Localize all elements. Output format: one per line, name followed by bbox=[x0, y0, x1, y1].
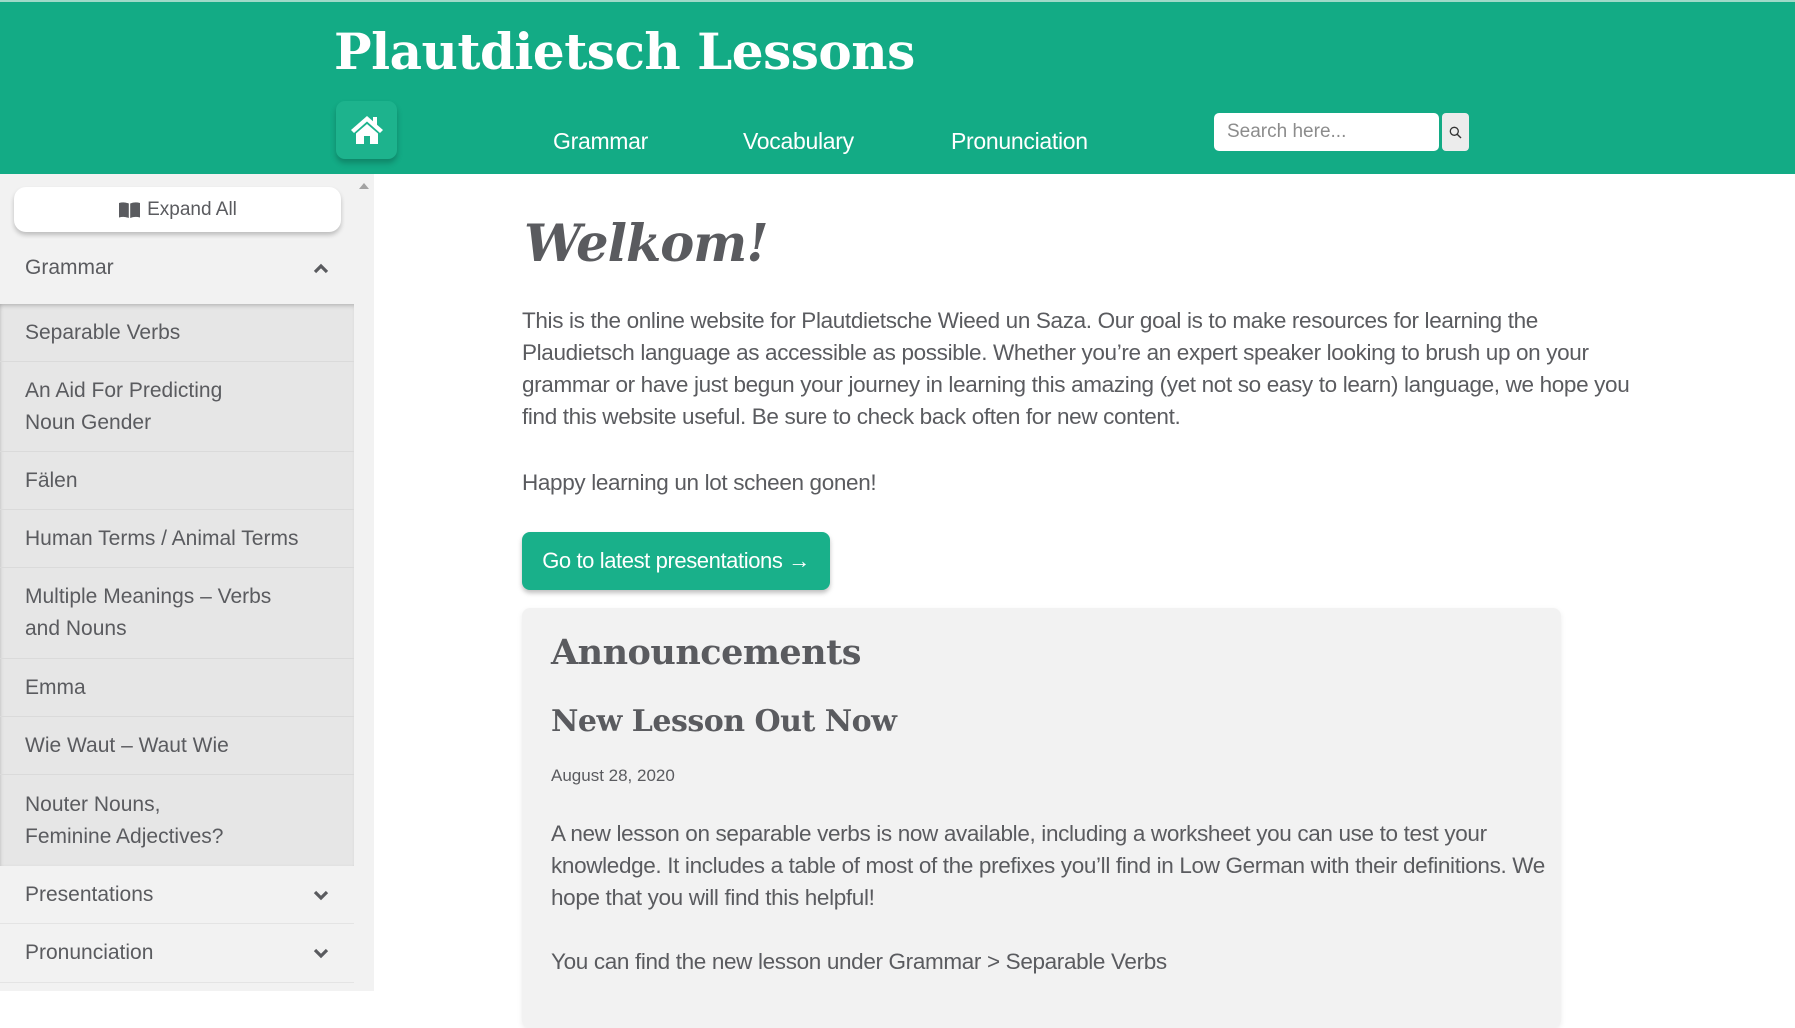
sidebar-item-wie-waut[interactable]: Wie Waut – Waut Wie bbox=[0, 717, 354, 775]
expand-all-button[interactable]: Expand All bbox=[14, 187, 341, 232]
latest-presentations-button[interactable]: Go to latest presentations → bbox=[522, 532, 830, 590]
section-label: Grammar bbox=[25, 256, 114, 279]
nav-vocabulary[interactable]: Vocabulary bbox=[743, 128, 854, 155]
chevron-down-icon bbox=[313, 890, 329, 900]
grammar-submenu: Separable Verbs An Aid For Predicting No… bbox=[0, 304, 354, 866]
search-icon bbox=[1449, 126, 1462, 138]
section-label: Pronunciation bbox=[25, 941, 154, 964]
site-title[interactable]: Plautdietsch Lessons bbox=[334, 22, 915, 81]
sidebar-item-separable-verbs[interactable]: Separable Verbs bbox=[0, 304, 354, 362]
greeting-text: Happy learning un lot scheen gonen! bbox=[522, 470, 877, 495]
sidebar-scrollbar[interactable] bbox=[354, 174, 374, 991]
search-button[interactable] bbox=[1442, 113, 1469, 151]
post-title[interactable]: New Lesson Out Now bbox=[551, 704, 897, 739]
chevron-up-icon bbox=[313, 263, 329, 274]
sidebar-item-human-animal-terms[interactable]: Human Terms / Animal Terms bbox=[0, 510, 354, 568]
sidebar-item-noun-gender[interactable]: An Aid For Predicting Noun Gender bbox=[0, 362, 354, 452]
post-date: August 28, 2020 bbox=[551, 766, 675, 785]
sidebar-item-emma[interactable]: Emma bbox=[0, 659, 354, 717]
announcements-card: Announcements New Lesson Out Now August … bbox=[522, 608, 1561, 1028]
welcome-heading: Welkom! bbox=[524, 214, 769, 274]
sidebar-section-grammar[interactable]: Grammar bbox=[0, 232, 354, 304]
nav-pronunciation[interactable]: Pronunciation bbox=[951, 128, 1088, 155]
book-icon bbox=[119, 201, 141, 218]
site-header: Plautdietsch Lessons Grammar Vocabulary … bbox=[0, 0, 1795, 174]
nav-grammar[interactable]: Grammar bbox=[553, 128, 648, 155]
chevron-down-icon bbox=[313, 948, 329, 959]
sidebar: Expand All Grammar Separable Verbs An Ai… bbox=[0, 174, 374, 991]
home-icon bbox=[350, 116, 383, 144]
home-button[interactable] bbox=[336, 101, 397, 159]
main-content: Welkom! This is the online website for P… bbox=[374, 174, 1795, 1028]
post-body: A new lesson on separable verbs is now a… bbox=[551, 821, 1545, 910]
sidebar-item-nouter-nouns[interactable]: Nouter Nouns, Feminine Adjectives? bbox=[0, 775, 354, 866]
scroll-up-arrow-icon[interactable] bbox=[359, 183, 369, 189]
sidebar-section-pronunciation[interactable]: Pronunciation bbox=[0, 924, 354, 983]
section-label: Presentations bbox=[25, 882, 154, 906]
expand-all-label: Expand All bbox=[147, 198, 237, 220]
sidebar-item-falen[interactable]: Fälen bbox=[0, 452, 354, 510]
post-note: You can find the new lesson under Gramma… bbox=[551, 949, 1167, 974]
search-input[interactable] bbox=[1214, 113, 1439, 151]
announcements-heading: Announcements bbox=[551, 632, 862, 673]
sidebar-section-presentations[interactable]: Presentations bbox=[0, 866, 354, 924]
intro-paragraph: This is the online website for Plautdiet… bbox=[522, 308, 1630, 429]
sidebar-item-multiple-meanings[interactable]: Multiple Meanings – Verbs and Nouns bbox=[0, 568, 354, 659]
